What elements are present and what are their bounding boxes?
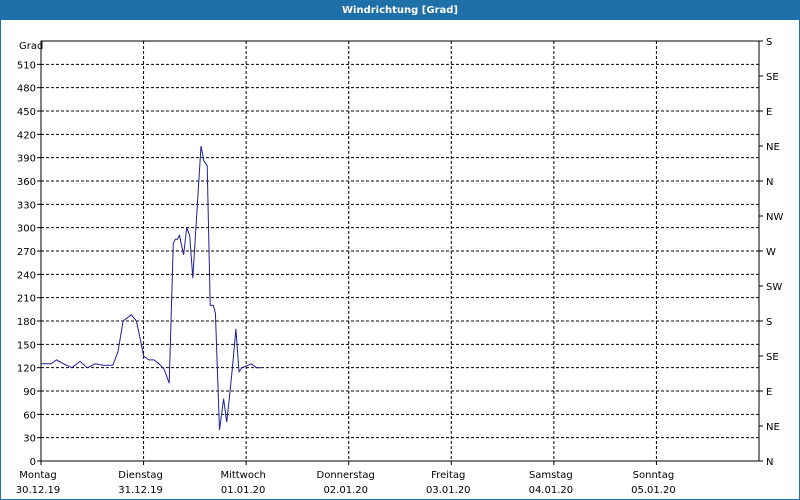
x-tick-date: 05.01.20 <box>631 485 676 496</box>
right-axis-label: S <box>766 37 772 48</box>
x-tick-date: 30.12.19 <box>16 485 61 496</box>
y-tick-label: 270 <box>17 247 36 258</box>
x-tick-day: Donnerstag <box>317 470 375 481</box>
y-tick-label: 360 <box>17 177 36 188</box>
right-axis-label: W <box>766 247 776 258</box>
axis-labels: 0 30 60 90 120 150 180 210 240 270 300 330 360 390 420… <box>16 37 784 496</box>
y-tick-label: 480 <box>17 84 36 95</box>
right-axis-label: SE <box>766 72 779 83</box>
y-tick-label: 450 <box>17 107 36 118</box>
y-tick-label: 0 <box>30 457 36 468</box>
right-axis-label: NE <box>766 142 780 153</box>
chart-window: Windrichtung [Grad] 0 30 60 90 120 150 180 210 2… <box>0 0 800 500</box>
right-axis-label: NE <box>766 422 780 433</box>
wind-direction-chart: 0 30 60 90 120 150 180 210 240 270 300 330 360 390 420… <box>16 37 784 496</box>
x-tick-date: 03.01.20 <box>426 485 471 496</box>
y-tick-label: 120 <box>17 364 36 375</box>
right-axis-label: S <box>766 317 772 328</box>
y-tick-label: 300 <box>17 224 36 235</box>
x-tick-date: 02.01.20 <box>323 485 368 496</box>
y-tick-label: 180 <box>17 317 36 328</box>
y-axis-title: Grad <box>19 41 43 52</box>
x-tick-day: Sonntag <box>633 470 675 481</box>
right-axis-label: N <box>766 177 773 188</box>
y-tick-label: 240 <box>17 270 36 281</box>
x-tick-day: Montag <box>19 470 56 481</box>
y-tick-label: 210 <box>17 294 36 305</box>
x-tick-day: Mittwoch <box>220 470 265 481</box>
y-tick-label: 390 <box>17 154 36 165</box>
right-axis-label: SE <box>766 352 779 363</box>
right-axis-label: E <box>766 107 772 118</box>
x-tick-date: 31.12.19 <box>118 485 163 496</box>
right-axis-label: NW <box>766 212 783 223</box>
y-tick-label: 330 <box>17 200 36 211</box>
y-tick-label: 420 <box>17 130 36 141</box>
y-tick-label: 60 <box>23 410 36 421</box>
x-tick-date: 04.01.20 <box>529 485 574 496</box>
y-tick-label: 510 <box>17 60 36 71</box>
x-tick-date: 01.01.20 <box>221 485 266 496</box>
right-axis-label: N <box>766 457 773 468</box>
series-line <box>41 145 262 430</box>
y-tick-label: 30 <box>23 434 36 445</box>
x-tick-day: Dienstag <box>118 470 163 481</box>
x-tick-day: Samstag <box>529 470 573 481</box>
right-axis-label: E <box>766 387 772 398</box>
right-axis-label: SW <box>766 282 782 293</box>
x-tick-day: Freitag <box>431 470 465 481</box>
grid <box>37 40 763 465</box>
y-tick-label: 90 <box>23 387 36 398</box>
y-tick-label: 150 <box>17 340 36 351</box>
